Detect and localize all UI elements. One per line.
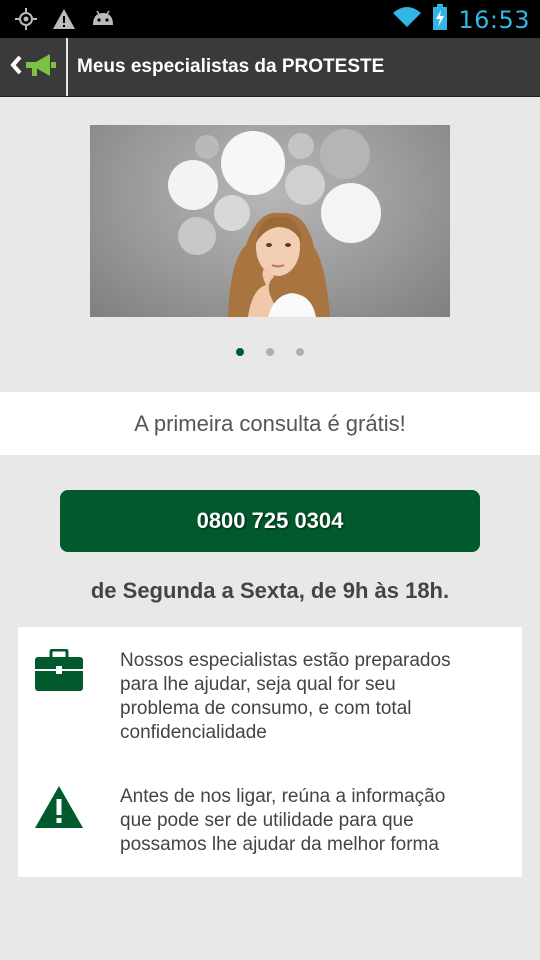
carousel-image[interactable]: [90, 125, 450, 317]
info-text-line: problema de consumo, e com total: [120, 698, 412, 719]
carousel-dot[interactable]: [296, 348, 304, 356]
info-text: Antes de nos ligar, reúna a informação q…: [120, 785, 510, 857]
clock: 16:53: [458, 5, 530, 34]
info-item: Antes de nos ligar, reúna a informação q…: [18, 785, 522, 865]
info-text-line: Antes de nos ligar, reúna a informação: [120, 786, 446, 807]
wifi-icon: [392, 5, 422, 34]
gps-icon: [14, 7, 38, 36]
info-card: Nossos especialistas estão preparados pa…: [18, 627, 522, 877]
info-text-line: confidencialidade: [120, 722, 267, 743]
megaphone-back-icon: [8, 50, 58, 85]
info-item: Nossos especialistas estão preparados pa…: [18, 648, 522, 749]
info-text-line: possamos lhe ajudar da melhor forma: [120, 834, 439, 855]
carousel-dot-active[interactable]: [236, 348, 244, 356]
thought-bubble: [285, 165, 325, 205]
warning-icon: [52, 7, 76, 36]
call-phone-button[interactable]: 0800 725 0304: [60, 490, 480, 552]
page-title: Meus especialistas da PROTESTE: [77, 56, 385, 77]
carousel-indicator: [0, 348, 540, 356]
info-text-line: que pode ser de utilidade para que: [120, 810, 414, 831]
android-icon: [90, 7, 116, 36]
thought-bubble: [168, 160, 218, 210]
action-bar-divider: [66, 38, 68, 96]
info-text: Nossos especialistas estão preparados pa…: [120, 649, 510, 745]
woman-thinking-photo: [228, 212, 330, 317]
info-text-line: Nossos especialistas estão preparados: [120, 650, 451, 671]
opening-hours: de Segunda a Sexta, de 9h às 18h.: [90, 578, 450, 603]
status-bar: 16:53: [0, 0, 540, 38]
warning-icon: [34, 785, 84, 834]
thought-bubble: [320, 129, 370, 179]
thought-bubble: [221, 131, 285, 195]
home-up-button[interactable]: [0, 38, 66, 96]
carousel-dot[interactable]: [266, 348, 274, 356]
briefcase-icon: [34, 648, 84, 698]
thought-bubble: [195, 135, 219, 159]
thought-bubble: [288, 133, 314, 159]
battery-charging-icon: [432, 4, 448, 35]
promo-banner: A primeira consulta é grátis!: [0, 392, 540, 455]
info-text-line: para lhe ajudar, seja qual for seu: [120, 674, 396, 695]
action-bar: Meus especialistas da PROTESTE: [0, 38, 540, 97]
